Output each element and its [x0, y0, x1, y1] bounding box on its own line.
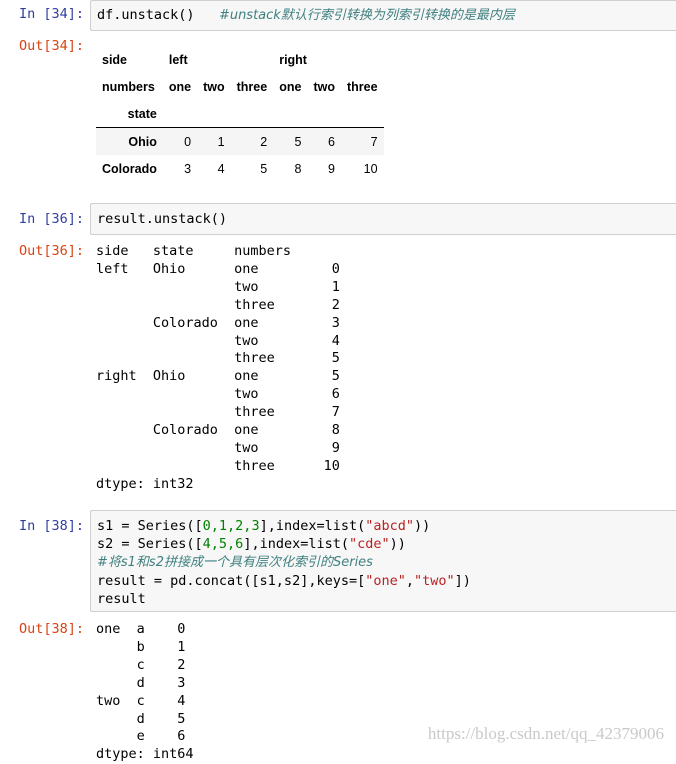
- index-name-side: side: [102, 52, 128, 67]
- output-line: left Ohio one 0: [96, 260, 340, 277]
- output-line: d 3: [96, 674, 186, 691]
- column-level2: two: [313, 79, 335, 94]
- output-line: three 2: [96, 296, 340, 313]
- table-cell: 1: [197, 127, 231, 155]
- column-level1-left: left: [168, 52, 188, 67]
- code-line: s1 = Series([0,1,2,3],index=list("abcd")…: [97, 518, 431, 534]
- output-line: two 1: [96, 278, 340, 295]
- dataframe-output: side left right numbers one two three on…: [96, 46, 384, 182]
- output-line: d 5: [96, 710, 186, 727]
- in-prompt-34: In [34]:: [18, 6, 84, 22]
- column-level2: one: [168, 79, 192, 94]
- column-level1-right: right: [279, 52, 307, 67]
- output-line: Colorado one 3: [96, 314, 340, 331]
- output-line: one a 0: [96, 621, 186, 637]
- output-line: two 4: [96, 332, 340, 349]
- code-cell-34[interactable]: df.unstack() #unstack默认行索引转换为列索引转换的是最内层: [90, 0, 676, 31]
- table-cell: 10: [363, 161, 378, 176]
- in-prompt-38: In [38]:: [18, 518, 84, 534]
- table-cell: 6: [307, 127, 341, 155]
- series-output-36: side state numbers left Ohio one 0 two 1 …: [96, 243, 340, 494]
- watermark: https://blog.csdn.net/qq_42379006: [427, 724, 664, 743]
- output-line: dtype: int64: [96, 746, 194, 763]
- column-level2: three: [236, 79, 268, 94]
- code-text: df.unstack(): [97, 7, 195, 23]
- index-name-numbers: numbers: [102, 79, 155, 94]
- table-cell: 0: [162, 127, 198, 155]
- column-level2: one: [279, 79, 302, 94]
- index-name-state: state: [96, 100, 163, 128]
- output-line: three 5: [96, 350, 340, 367]
- table-cell: 7: [340, 127, 384, 155]
- column-level2: two: [203, 79, 225, 94]
- table-row: Colorado 3 4 5 8 9 10: [96, 155, 384, 182]
- row-label: Colorado: [102, 161, 157, 176]
- output-line: two c 4: [96, 692, 186, 709]
- output-line: right Ohio one 5: [96, 368, 340, 385]
- table-cell: 8: [294, 161, 302, 176]
- output-line: e 6: [96, 728, 186, 745]
- code-comment: #将s1和s2拼接成一个具有层次化索引的Series: [97, 555, 373, 570]
- output-line: Colorado one 8: [96, 422, 340, 439]
- code-text: result.unstack(): [97, 211, 228, 227]
- table-cell: 9: [328, 161, 335, 176]
- out-prompt-34: Out[34]:: [18, 38, 84, 54]
- output-line: c 2: [96, 656, 186, 673]
- table-cell: 4: [217, 161, 225, 176]
- table-cell: 3: [184, 161, 192, 176]
- output-line: b 1: [96, 638, 186, 655]
- table-row: Ohio 0 1 2 5 6 7: [96, 127, 384, 155]
- out-prompt-36: Out[36]:: [18, 243, 84, 259]
- table-cell: 5: [273, 127, 308, 155]
- out-prompt-38: Out[38]:: [18, 621, 84, 637]
- output-line: three 7: [96, 404, 340, 421]
- series-output-38: one a 0 b 1 c 2 d 3 two c 4 d 5 e 6 dtype:…: [96, 621, 194, 764]
- code-line: s2 = Series([4,5,6],index=list("cde")): [97, 536, 406, 552]
- in-prompt-36: In [36]:: [18, 211, 84, 227]
- output-line: three 10: [96, 457, 340, 474]
- output-line: two 9: [96, 439, 340, 456]
- row-label: Ohio: [96, 127, 163, 155]
- code-cell-38[interactable]: s1 = Series([0,1,2,3],index=list("abcd")…: [90, 510, 676, 612]
- column-level2: three: [346, 79, 378, 94]
- output-line: dtype: int32: [96, 475, 194, 492]
- table-cell: 2: [230, 127, 274, 155]
- code-line: result = pd.concat([s1,s2],keys=["one","…: [97, 573, 471, 589]
- code-comment: #unstack默认行索引转换为列索引转换的是最内层: [218, 8, 515, 23]
- output-line: side state numbers: [96, 243, 292, 259]
- code-cell-36[interactable]: result.unstack(): [90, 203, 676, 235]
- output-line: two 6: [96, 386, 340, 403]
- code-line: result: [97, 591, 146, 607]
- table-cell: 5: [260, 161, 268, 176]
